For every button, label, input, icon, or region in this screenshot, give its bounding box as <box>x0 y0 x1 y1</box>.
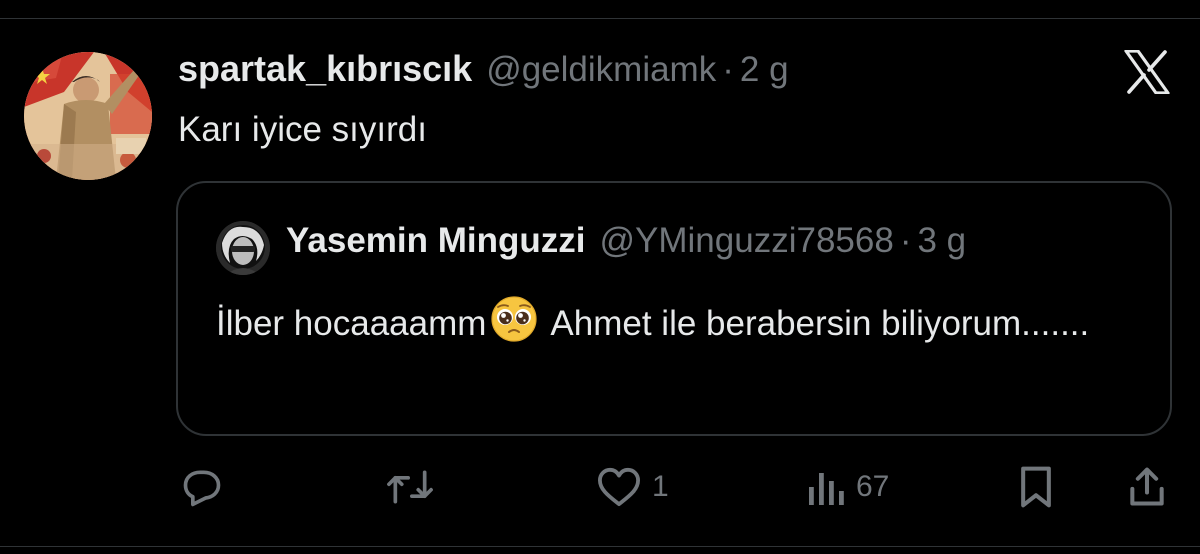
tweet-timestamp[interactable]: 2 g <box>740 50 789 90</box>
pleading-face-emoji-icon <box>490 295 538 343</box>
retweet-icon <box>387 470 433 504</box>
quoted-tweet-card[interactable]: Yasemin Minguzzi @YMinguzzi78568 · 3 g İ… <box>176 181 1172 436</box>
author-avatar[interactable] <box>24 52 152 180</box>
top-divider <box>0 18 1200 19</box>
reply-button[interactable] <box>180 462 224 512</box>
quoted-author-avatar <box>216 221 270 275</box>
author-handle[interactable]: @geldikmiamk <box>486 50 716 90</box>
action-bar: 1 67 <box>0 462 1200 512</box>
share-icon <box>1130 467 1164 506</box>
propaganda-poster-avatar-icon <box>24 52 152 180</box>
quoted-text-part-2: Ahmet ile berabersin biliyorum....... <box>550 304 1090 343</box>
retweet-button[interactable] <box>386 462 434 512</box>
quoted-tweet-text: İlber hocaaaamm Ahmet ile berabersin bil… <box>216 295 1136 353</box>
quoted-author-handle: @YMinguzzi78568 <box>599 221 894 260</box>
author-display-name[interactable]: spartak_kıbrıscık <box>178 48 472 90</box>
quoted-author-display-name: Yasemin Minguzzi <box>286 221 586 260</box>
user-avatar-icon <box>216 221 270 275</box>
quoted-text-part-1: İlber hocaaaamm <box>216 304 487 343</box>
reply-icon <box>183 470 221 507</box>
heart-icon <box>598 467 640 507</box>
views-count: 67 <box>856 470 890 503</box>
quoted-tweet-header: Yasemin Minguzzi @YMinguzzi78568 · 3 g <box>286 221 966 261</box>
x-logo-icon <box>1124 49 1170 95</box>
bookmark-button[interactable] <box>1016 462 1056 512</box>
tweet-text: Karı iyice sıyırdı <box>178 110 427 149</box>
share-button[interactable] <box>1126 462 1168 512</box>
like-button[interactable]: 1 <box>596 462 669 512</box>
like-count: 1 <box>652 470 669 503</box>
separator-dot: · <box>722 50 734 89</box>
views-button[interactable]: 67 <box>806 462 889 512</box>
quoted-tweet-timestamp: 3 g <box>917 221 967 260</box>
bar-chart-icon <box>809 473 844 505</box>
separator-dot: · <box>899 221 912 260</box>
bottom-divider <box>0 546 1200 547</box>
tweet-header: spartak_kıbrıscık @geldikmiamk · 2 g <box>178 48 789 98</box>
bookmark-icon <box>1021 466 1051 508</box>
